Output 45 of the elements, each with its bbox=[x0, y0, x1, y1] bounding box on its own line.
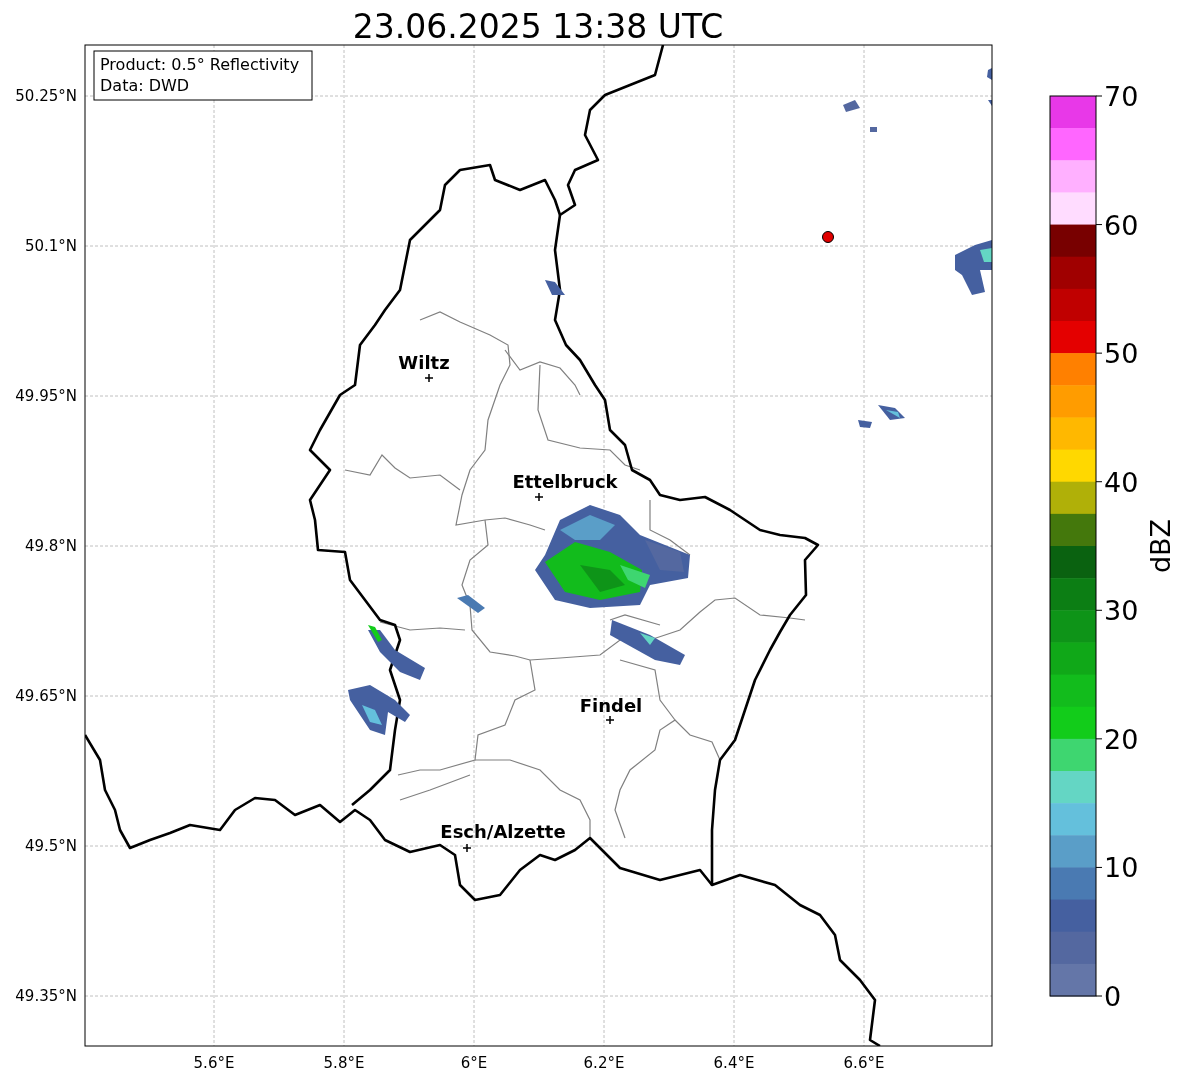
city-label: Esch/Alzette bbox=[440, 821, 566, 842]
colorbar-tick-label: 20 bbox=[1104, 723, 1139, 755]
colorbar-tick-label: 70 bbox=[1104, 81, 1139, 112]
city-marker bbox=[534, 492, 544, 502]
radar-echo-drawing bbox=[870, 127, 877, 132]
longitude-label: 6.2°E bbox=[583, 1054, 625, 1072]
radar-echo-drawing bbox=[878, 405, 905, 420]
info-text: Data: DWD bbox=[100, 76, 190, 95]
radar-echo-drawing bbox=[545, 280, 565, 295]
colorbar-tick-label: 30 bbox=[1104, 595, 1139, 627]
info-text: Product: 0.5° Reflectivity bbox=[100, 55, 300, 74]
longitude-label: 6.4°E bbox=[713, 1054, 755, 1072]
chart-title: 23.06.2025 13:38 UTC bbox=[352, 7, 724, 46]
longitude-label: 5.8°E bbox=[323, 1054, 365, 1072]
location-marker bbox=[822, 231, 834, 243]
city-label: Findel bbox=[579, 695, 643, 716]
colorbar-tick-label: 60 bbox=[1104, 209, 1139, 241]
radar-echo-drawing bbox=[457, 595, 485, 613]
colorbar-tick-label: 0 bbox=[1104, 981, 1122, 1012]
radar-echo-drawing bbox=[368, 625, 425, 680]
radar-echo-drawing bbox=[988, 100, 992, 106]
colorbar-label: dBZ bbox=[1145, 518, 1176, 574]
city-label: Wiltz bbox=[398, 352, 450, 373]
longitude-label: 5.6°E bbox=[193, 1054, 235, 1072]
radar-echo-drawing bbox=[843, 100, 860, 112]
city-marker bbox=[424, 373, 434, 383]
city-marker bbox=[462, 843, 472, 853]
radar-echo-drawing bbox=[858, 420, 872, 428]
longitude-label: 6°E bbox=[460, 1054, 488, 1072]
latitude-label: 49.8°N bbox=[24, 537, 77, 555]
latitude-label: 49.35°N bbox=[15, 987, 77, 1005]
latitude-label: 49.95°N bbox=[15, 387, 77, 405]
latitude-label: 50.25°N bbox=[15, 87, 77, 105]
city-marker bbox=[605, 715, 615, 725]
colorbar-tick-label: 10 bbox=[1104, 852, 1139, 884]
longitude-label: 6.6°E bbox=[843, 1054, 885, 1072]
latitude-label: 49.5°N bbox=[24, 837, 77, 855]
latitude-label: 49.65°N bbox=[15, 687, 77, 705]
colorbar-tick-label: 50 bbox=[1104, 338, 1139, 370]
radar-echo-drawing bbox=[348, 685, 410, 735]
radar-echo-drawing bbox=[987, 68, 992, 80]
city-label: Ettelbruck bbox=[512, 471, 618, 492]
radar-echo-drawing bbox=[955, 240, 992, 295]
latitude-label: 50.1°N bbox=[24, 237, 77, 255]
colorbar-tick-label: 40 bbox=[1104, 466, 1139, 498]
